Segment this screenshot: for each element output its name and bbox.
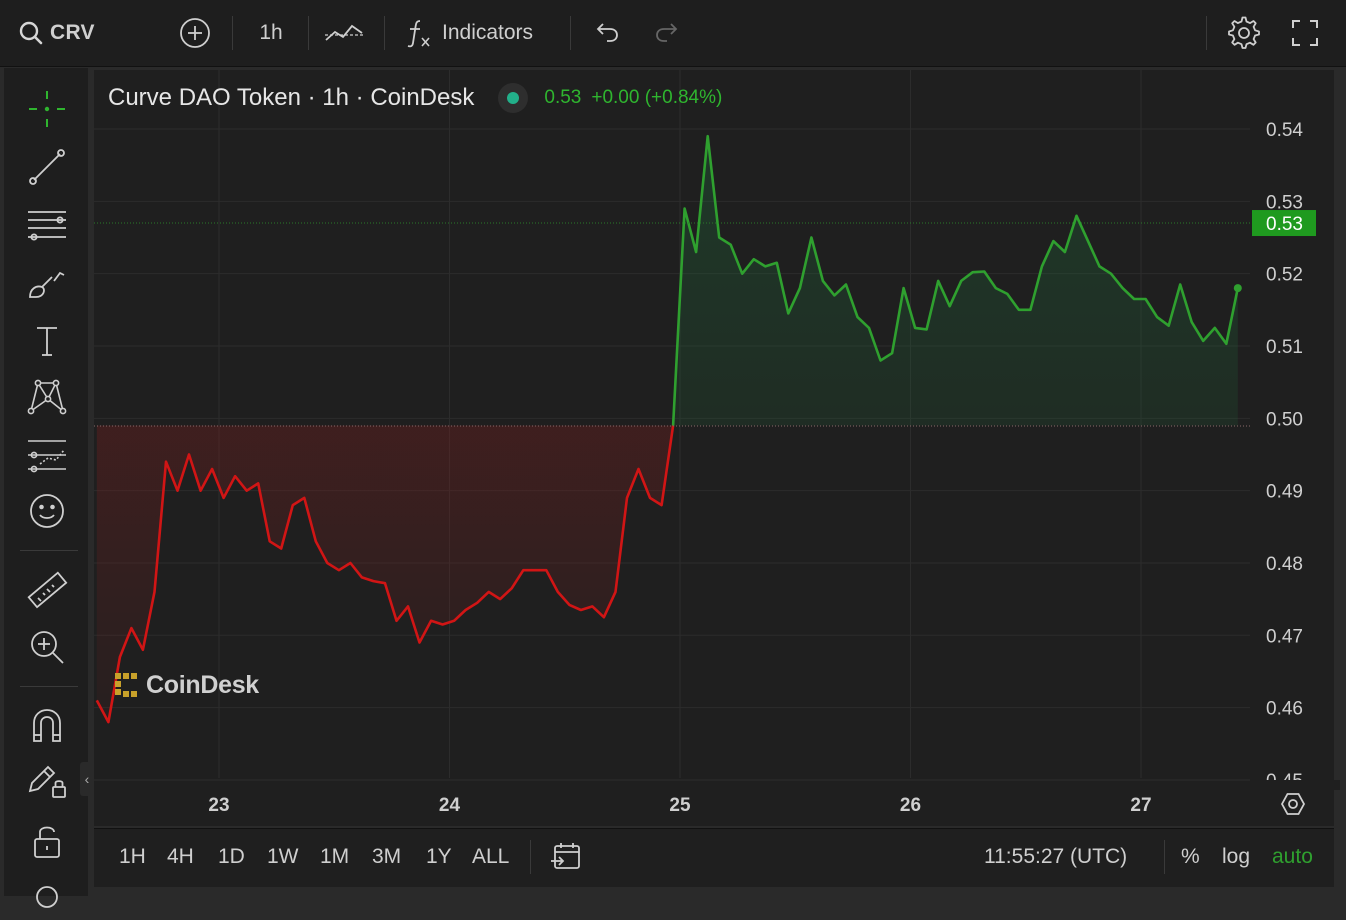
price-chart[interactable]: 0.540.530.520.510.500.490.480.470.460.45… — [0, 0, 1346, 896]
legend-values: 0.53 +0.00 (+0.84%) — [544, 87, 722, 109]
y-tick-label: 0.48 — [1266, 554, 1303, 575]
range-button-4h[interactable]: 4H — [167, 828, 194, 886]
area-above-baseline — [673, 136, 1238, 426]
range-button-1h[interactable]: 1H — [119, 828, 146, 886]
market-status-indicator[interactable] — [498, 83, 529, 113]
coindesk-logo-icon — [115, 673, 137, 697]
x-tick-label: 23 — [208, 795, 229, 816]
range-button-1w[interactable]: 1W — [267, 828, 299, 886]
toolbar-divider — [530, 840, 531, 874]
y-tick-label: 0.52 — [1266, 265, 1303, 286]
calendar-goto-icon — [551, 843, 580, 869]
toolbar-divider — [1164, 840, 1165, 874]
x-tick-label: 25 — [669, 795, 691, 816]
percent-scale-toggle[interactable]: % — [1181, 828, 1200, 886]
y-tick-label: 0.49 — [1266, 482, 1303, 503]
legend-last-price: 0.53 — [544, 87, 582, 108]
log-scale-toggle[interactable]: log — [1222, 828, 1250, 886]
y-tick-label: 0.54 — [1266, 120, 1303, 141]
coindesk-watermark: CoinDesk — [112, 670, 259, 700]
range-button-3m[interactable]: 3M — [372, 828, 401, 886]
chart-legend: Curve DAO Token · 1h · CoinDesk 0.53 +0.… — [108, 82, 722, 114]
y-tick-label: 0.50 — [1266, 409, 1303, 430]
range-button-1m[interactable]: 1M — [320, 828, 349, 886]
price-tag-label: 0.53 — [1266, 214, 1303, 235]
time-axis[interactable]: 23 24 25 26 27 — [208, 793, 1306, 816]
last-price-tag: 0.53 — [1252, 210, 1316, 237]
axis-settings-icon[interactable] — [1280, 793, 1306, 815]
x-tick-label: 27 — [1130, 795, 1151, 816]
x-tick-label: 26 — [900, 795, 921, 816]
range-button-1y[interactable]: 1Y — [426, 828, 452, 886]
goto-date-button[interactable] — [548, 828, 584, 886]
area-fill — [96, 136, 1238, 723]
last-point-marker — [1233, 284, 1242, 293]
range-button-all[interactable]: ALL — [472, 828, 509, 886]
range-button-1d[interactable]: 1D — [218, 828, 245, 886]
y-tick-label: 0.51 — [1266, 337, 1303, 358]
watermark-text: CoinDesk — [146, 670, 259, 699]
legend-change-pct: (+0.84%) — [644, 87, 723, 108]
legend-title: Curve DAO Token · 1h · CoinDesk — [108, 84, 475, 111]
clock-timezone[interactable]: 11:55:27 (UTC) — [984, 828, 1127, 886]
status-dot-icon — [507, 92, 520, 104]
y-tick-label: 0.46 — [1266, 699, 1303, 720]
x-tick-label: 24 — [439, 795, 461, 816]
legend-change: +0.00 (+0.84%) — [591, 87, 722, 109]
legend-change-abs: +0.00 — [591, 87, 640, 108]
axis-mask — [1250, 780, 1340, 790]
y-tick-label: 0.47 — [1266, 626, 1303, 647]
auto-scale-toggle[interactable]: auto — [1272, 828, 1313, 886]
